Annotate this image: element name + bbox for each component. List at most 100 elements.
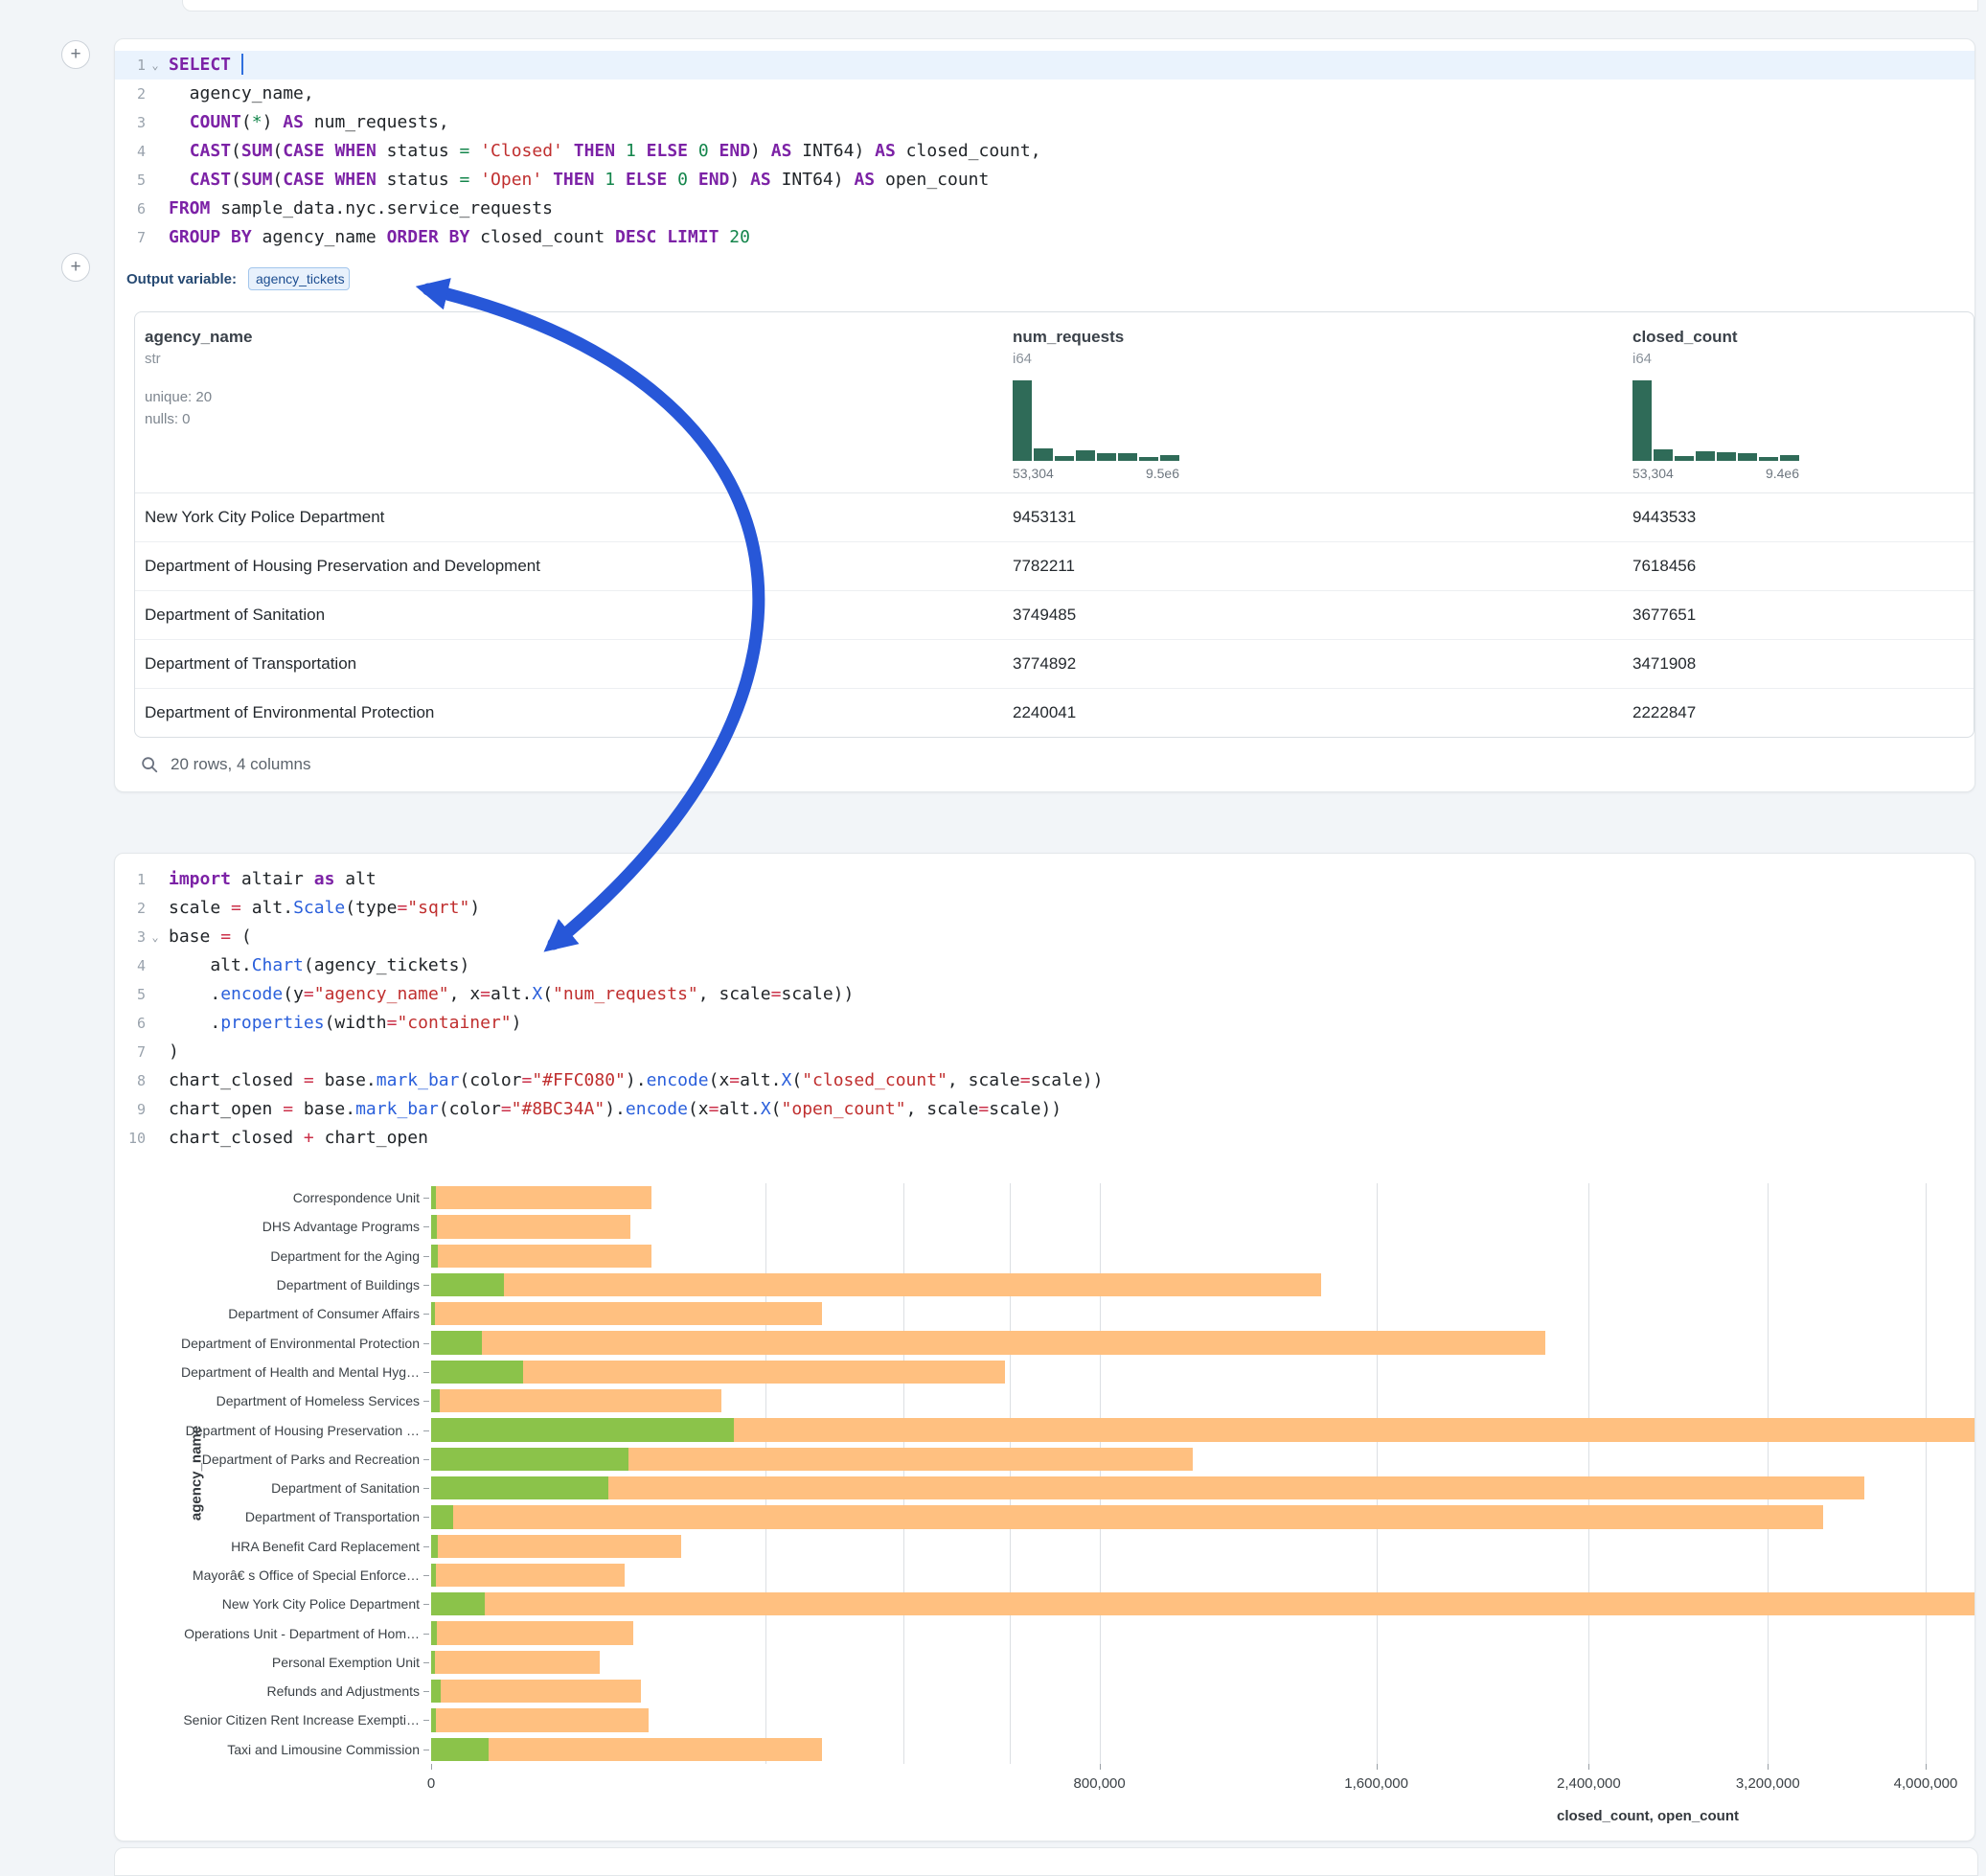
fold-gutter	[146, 865, 165, 894]
fold-gutter	[146, 980, 165, 1009]
chart-row: Refunds and Adjustments	[115, 1677, 1975, 1705]
y-tick-mark	[423, 1634, 429, 1635]
table-cell: Department of Housing Preservation and D…	[135, 542, 1003, 590]
bar-group	[431, 1389, 1975, 1412]
fold-gutter	[146, 223, 165, 252]
bar-open-count	[431, 1564, 436, 1587]
y-tick-label: Department of Consumer Affairs	[115, 1299, 420, 1328]
fold-chevron-icon[interactable]: ⌄	[146, 51, 165, 80]
code-text: SELECT	[169, 51, 243, 80]
code-line[interactable]: 9chart_open = base.mark_bar(color="#8BC3…	[115, 1095, 1975, 1124]
column-header-num_requests[interactable]: num_requests i64 53,3049.5e6	[1003, 312, 1623, 492]
bar-open-count	[431, 1476, 608, 1499]
bar-open-count	[431, 1738, 489, 1761]
chart-row: Correspondence Unit	[115, 1183, 1975, 1212]
code-line[interactable]: 2scale = alt.Scale(type="sqrt")	[115, 894, 1975, 923]
line-number: 2	[115, 894, 146, 923]
bar-closed-count	[431, 1708, 649, 1731]
bar-group	[431, 1476, 1975, 1499]
line-number: 7	[115, 223, 146, 252]
code-line[interactable]: 3 COUNT(*) AS num_requests,	[115, 108, 1975, 137]
table-row[interactable]: Department of Transportation377489234719…	[135, 639, 1974, 688]
code-line[interactable]: 4 alt.Chart(agency_tickets)	[115, 951, 1975, 980]
bar-open-count	[431, 1245, 438, 1268]
bar-closed-count	[431, 1389, 721, 1412]
table-cell: 7782211	[1003, 542, 1623, 590]
search-icon[interactable]	[140, 755, 159, 774]
add-cell-button[interactable]: +	[61, 40, 90, 69]
line-number: 4	[115, 951, 146, 980]
bar-group	[431, 1738, 1975, 1761]
sql-editor[interactable]: 1⌄SELECT 2 agency_name,3 COUNT(*) AS num…	[115, 39, 1975, 260]
bar-open-count	[431, 1708, 436, 1731]
y-tick-mark	[423, 1430, 429, 1431]
column-header-closed_count[interactable]: closed_counti6453,3049.4e6	[1623, 312, 1974, 492]
chart-row: Mayorâ€ s Office of Special Enforce…	[115, 1561, 1975, 1590]
code-line[interactable]: 7GROUP BY agency_name ORDER BY closed_co…	[115, 223, 1975, 252]
column-header-agency_name[interactable]: agency_namestrunique: 20nulls: 0	[135, 312, 1003, 492]
column-name: num_requests	[1013, 328, 1613, 347]
y-tick-label: Department of Health and Mental Hyg…	[115, 1358, 420, 1386]
bar-group	[431, 1448, 1975, 1471]
code-line[interactable]: 4 CAST(SUM(CASE WHEN status = 'Closed' T…	[115, 137, 1975, 166]
y-tick-label: Operations Unit - Department of Hom…	[115, 1618, 420, 1647]
chart-row: Department of Consumer Affairs	[115, 1299, 1975, 1328]
table-row[interactable]: New York City Police Department945313194…	[135, 493, 1974, 541]
code-line[interactable]: 5 CAST(SUM(CASE WHEN status = 'Open' THE…	[115, 166, 1975, 194]
chart-row: Taxi and Limousine Commission	[115, 1735, 1975, 1764]
add-cell-button[interactable]: +	[61, 253, 90, 282]
python-editor[interactable]: 1import altair as alt2scale = alt.Scale(…	[115, 854, 1975, 1160]
table-row[interactable]: Department of Environmental Protection22…	[135, 688, 1974, 737]
fold-gutter	[146, 1038, 165, 1066]
histogram-range-labels: 53,3049.5e6	[1013, 466, 1179, 481]
code-line[interactable]: 7)	[115, 1038, 1975, 1066]
fold-gutter	[146, 894, 165, 923]
line-number: 6	[115, 194, 146, 223]
line-number: 3	[115, 108, 146, 137]
bar-open-count	[431, 1273, 504, 1296]
code-line[interactable]: 6 .properties(width="container")	[115, 1009, 1975, 1038]
code-line[interactable]: 1⌄SELECT	[115, 51, 1975, 80]
y-tick-mark	[423, 1720, 429, 1721]
bar-group	[431, 1680, 1975, 1703]
fold-gutter	[146, 166, 165, 194]
y-tick-mark	[423, 1343, 429, 1344]
table-row[interactable]: Department of Sanitation37494853677651	[135, 590, 1974, 639]
line-number: 1	[115, 865, 146, 894]
y-tick-label: Department for the Aging	[115, 1242, 420, 1270]
column-name: agency_name	[145, 328, 993, 347]
line-number: 7	[115, 1038, 146, 1066]
bar-open-count	[431, 1680, 441, 1703]
bar-closed-count	[431, 1564, 625, 1587]
code-line[interactable]: 1import altair as alt	[115, 865, 1975, 894]
fold-gutter	[146, 194, 165, 223]
y-tick-mark	[423, 1691, 429, 1692]
code-line[interactable]: 5 .encode(y="agency_name", x=alt.X("num_…	[115, 980, 1975, 1009]
code-line[interactable]: 6FROM sample_data.nyc.service_requests	[115, 194, 1975, 223]
y-tick-mark	[423, 1488, 429, 1489]
fold-gutter	[146, 80, 165, 108]
bar-open-count	[431, 1592, 485, 1615]
x-tick-mark	[1768, 1764, 1769, 1770]
line-number: 3	[115, 923, 146, 951]
code-line[interactable]: 10chart_closed + chart_open	[115, 1124, 1975, 1153]
code-text: COUNT(*) AS num_requests,	[169, 108, 449, 137]
code-line[interactable]: 3⌄base = (	[115, 923, 1975, 951]
column-type: i64	[1013, 351, 1613, 367]
chart-row: HRA Benefit Card Replacement	[115, 1532, 1975, 1561]
table-cell: Department of Transportation	[135, 640, 1003, 688]
bar-open-count	[431, 1505, 453, 1528]
bar-open-count	[431, 1389, 440, 1412]
output-variable-chip[interactable]: agency_tickets	[248, 267, 350, 290]
y-tick-label: Senior Citizen Rent Increase Exempti…	[115, 1705, 420, 1734]
code-text: chart_open = base.mark_bar(color="#8BC34…	[169, 1095, 1061, 1124]
fold-gutter	[146, 951, 165, 980]
code-line[interactable]: 8chart_closed = base.mark_bar(color="#FF…	[115, 1066, 1975, 1095]
table-row[interactable]: Department of Housing Preservation and D…	[135, 541, 1974, 590]
python-cell: 1import altair as alt2scale = alt.Scale(…	[114, 853, 1975, 1842]
bar-open-count	[431, 1621, 437, 1644]
fold-chevron-icon[interactable]: ⌄	[146, 923, 165, 951]
code-line[interactable]: 2 agency_name,	[115, 80, 1975, 108]
bar-open-count	[431, 1302, 435, 1325]
y-tick-mark	[423, 1459, 429, 1460]
